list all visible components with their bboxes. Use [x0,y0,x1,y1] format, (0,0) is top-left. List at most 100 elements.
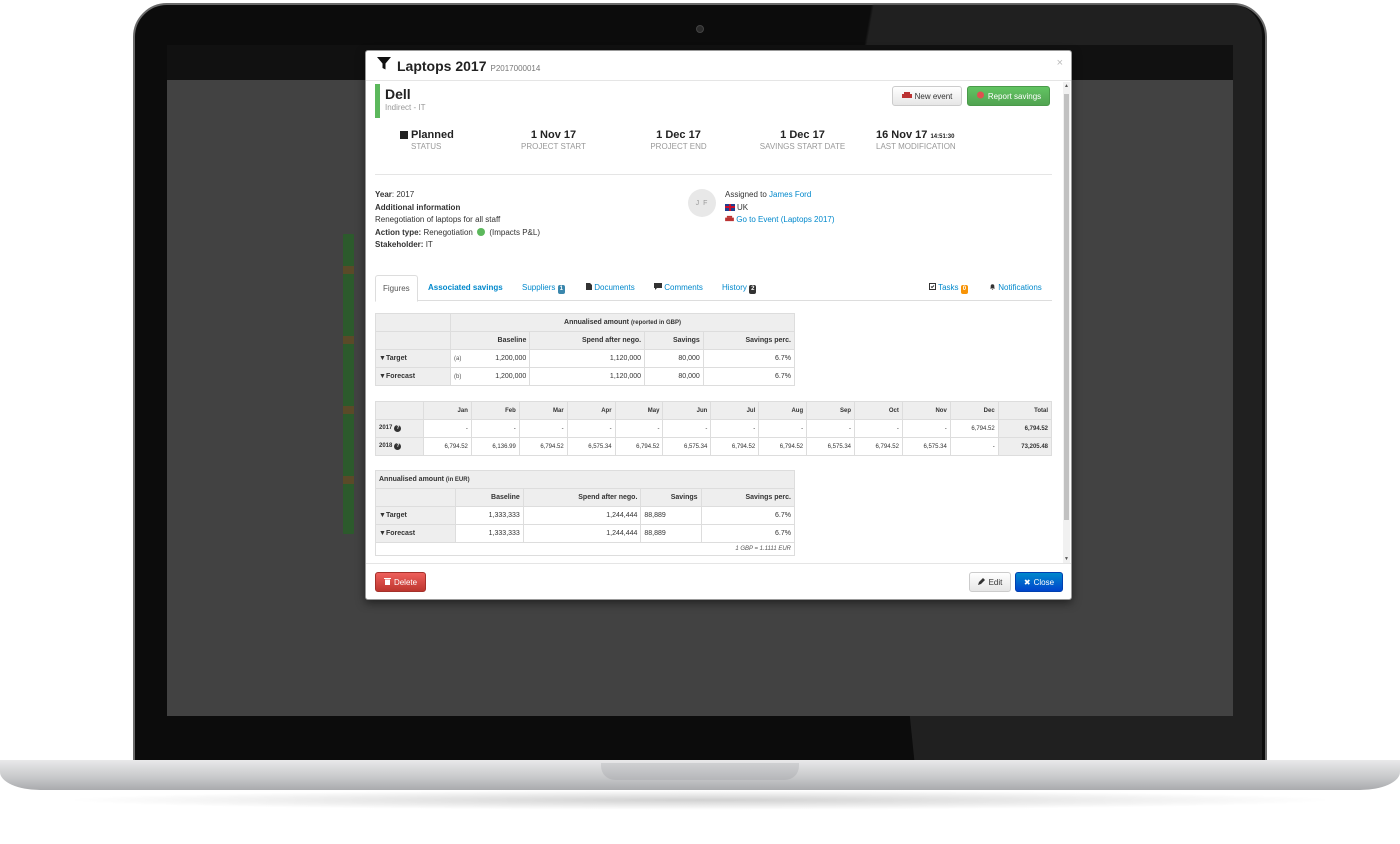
tab-figures[interactable]: Figures [375,275,418,302]
tab-history[interactable]: History 2 [722,275,757,301]
column-header: Savings perc. [702,331,796,350]
row-label-text: Forecast [385,373,416,380]
tab-associated-savings[interactable]: Associated savings [428,275,503,301]
month-column-header: Oct [854,401,903,420]
project-stats: Planned STATUS 1 Nov 17 PROJECT START 1 … [366,129,1064,159]
scroll-down-icon[interactable]: ▼ [1064,556,1069,562]
assignee-link[interactable]: James Ford [769,190,811,199]
tab-tasks[interactable]: Tasks 0 [929,275,969,301]
cell: 6,575.34 [662,437,712,456]
cell: 88,889 [640,524,702,543]
tab-tasks-label: Tasks [938,283,959,292]
month-column-header: May [614,401,664,420]
cell: 1,244,444 [522,524,642,543]
modal-scrollbar[interactable]: ▲ ▼ [1063,82,1070,563]
gbp-header-note: (reported in GBP) [630,320,681,326]
cell: 6,575.34 [806,437,856,456]
scrollbar-thumb[interactable] [1064,94,1069,520]
cell: 6,575.34 [901,437,951,456]
edit-button[interactable]: Edit [969,572,1011,592]
stat-savings-start: 1 Dec 17 SAVINGS START DATE [750,129,855,151]
cell: 6,794.52 [949,419,999,438]
tab-suppliers[interactable]: Suppliers 1 [522,275,565,301]
supplier-category: Indirect - IT [385,103,426,112]
cell: 6,794.52 [614,437,664,456]
row-label-text: Target [385,355,407,362]
cell: - [758,419,808,438]
cell: - [854,419,903,438]
tab-documents-label: Documents [594,283,635,292]
row-tag: (a) [450,349,465,368]
year-label: Year [375,190,392,199]
close-button[interactable]: ✖ Close [1015,572,1063,592]
gbp-table-header: Annualised amount (reported in GBP) [450,313,795,332]
uk-flag-icon [725,203,735,211]
month-column-header: Nov [901,401,951,420]
month-column-header: Jan [423,401,472,420]
row-label: ▼Forecast [375,367,451,386]
bell-icon [989,283,996,292]
month-column-header: Jul [710,401,760,420]
tab-documents[interactable]: Documents [586,275,635,301]
tab-notifications[interactable]: Notifications [989,275,1042,301]
stat-project-start-value: 1 Nov 17 [530,129,577,141]
table-row: ▼Target (a) 1,200,000 1,120,000 80,000 6… [375,349,796,368]
action-type-label: Action type: [375,227,422,237]
cell: 6.7% [700,506,796,525]
modal-body: Dell Indirect - IT New event Report savi… [366,82,1064,563]
cell: - [949,437,999,456]
cell: 80,000 [644,367,704,386]
cell: - [423,419,472,438]
piggy-bank-icon [976,91,985,101]
cell: 6.7% [700,524,796,543]
cell: 88,889 [640,506,702,525]
help-icon[interactable]: ? [394,443,402,450]
delete-button[interactable]: Delete [375,572,426,592]
year-label: 2017 [379,425,393,431]
help-icon[interactable]: ? [394,425,402,432]
event-icon [725,215,734,224]
month-column-header: Mar [518,401,568,420]
row-label-text: Forecast [385,530,416,537]
eur-header-note: (in EUR) [445,477,470,483]
gbp-header-title: Annualised amount [564,319,629,326]
stat-savings-start-label: SAVINGS START DATE [759,142,846,151]
column-header: Savings [640,488,702,507]
new-event-label: New event [914,91,953,101]
close-icon[interactable]: × [1057,57,1063,69]
stat-last-mod-time: 14:51:30 [930,134,955,140]
stat-project-end-value: 1 Dec 17 [656,129,701,141]
country: UK [737,202,749,212]
column-header: Savings perc. [700,488,796,507]
report-savings-button[interactable]: Report savings [967,86,1050,106]
cell: - [614,419,664,438]
status-square-icon [400,131,408,139]
tasks-count-badge: 0 [960,285,969,294]
new-event-button[interactable]: New event [892,86,962,106]
table-corner [375,488,456,507]
stat-project-end: 1 Dec 17 PROJECT END [636,129,721,151]
year-value: 2017 [396,190,415,199]
cell: - [518,419,568,438]
laptop-shadow [60,790,1340,810]
report-savings-label: Report savings [987,91,1042,101]
cell: - [566,419,616,438]
stat-savings-start-value: 1 Dec 17 [780,129,825,141]
month-column-header: Apr [566,401,616,420]
additional-info-text: Renegotiation of laptops for all staff [375,215,501,224]
go-to-event-link[interactable]: Go to Event (Laptops 2017) [725,214,835,227]
month-column-header: Aug [758,401,808,420]
scroll-up-icon[interactable]: ▲ [1064,83,1069,89]
column-header: Spend after nego. [529,331,646,350]
table-corner [375,331,451,350]
row-label: ▼Forecast [375,524,456,543]
row-tag: (b) [450,367,465,386]
suppliers-count-badge: 1 [557,285,565,294]
cell: 1,333,333 [455,506,524,525]
cell: 1,200,000 [464,349,531,368]
cell: - [662,419,712,438]
year-row-label: 2017? [375,419,424,438]
tab-comments[interactable]: Comments [654,275,703,301]
table-row: ▼Forecast (b) 1,200,000 1,120,000 80,000… [375,367,796,386]
tab-history-label: History [722,283,747,292]
